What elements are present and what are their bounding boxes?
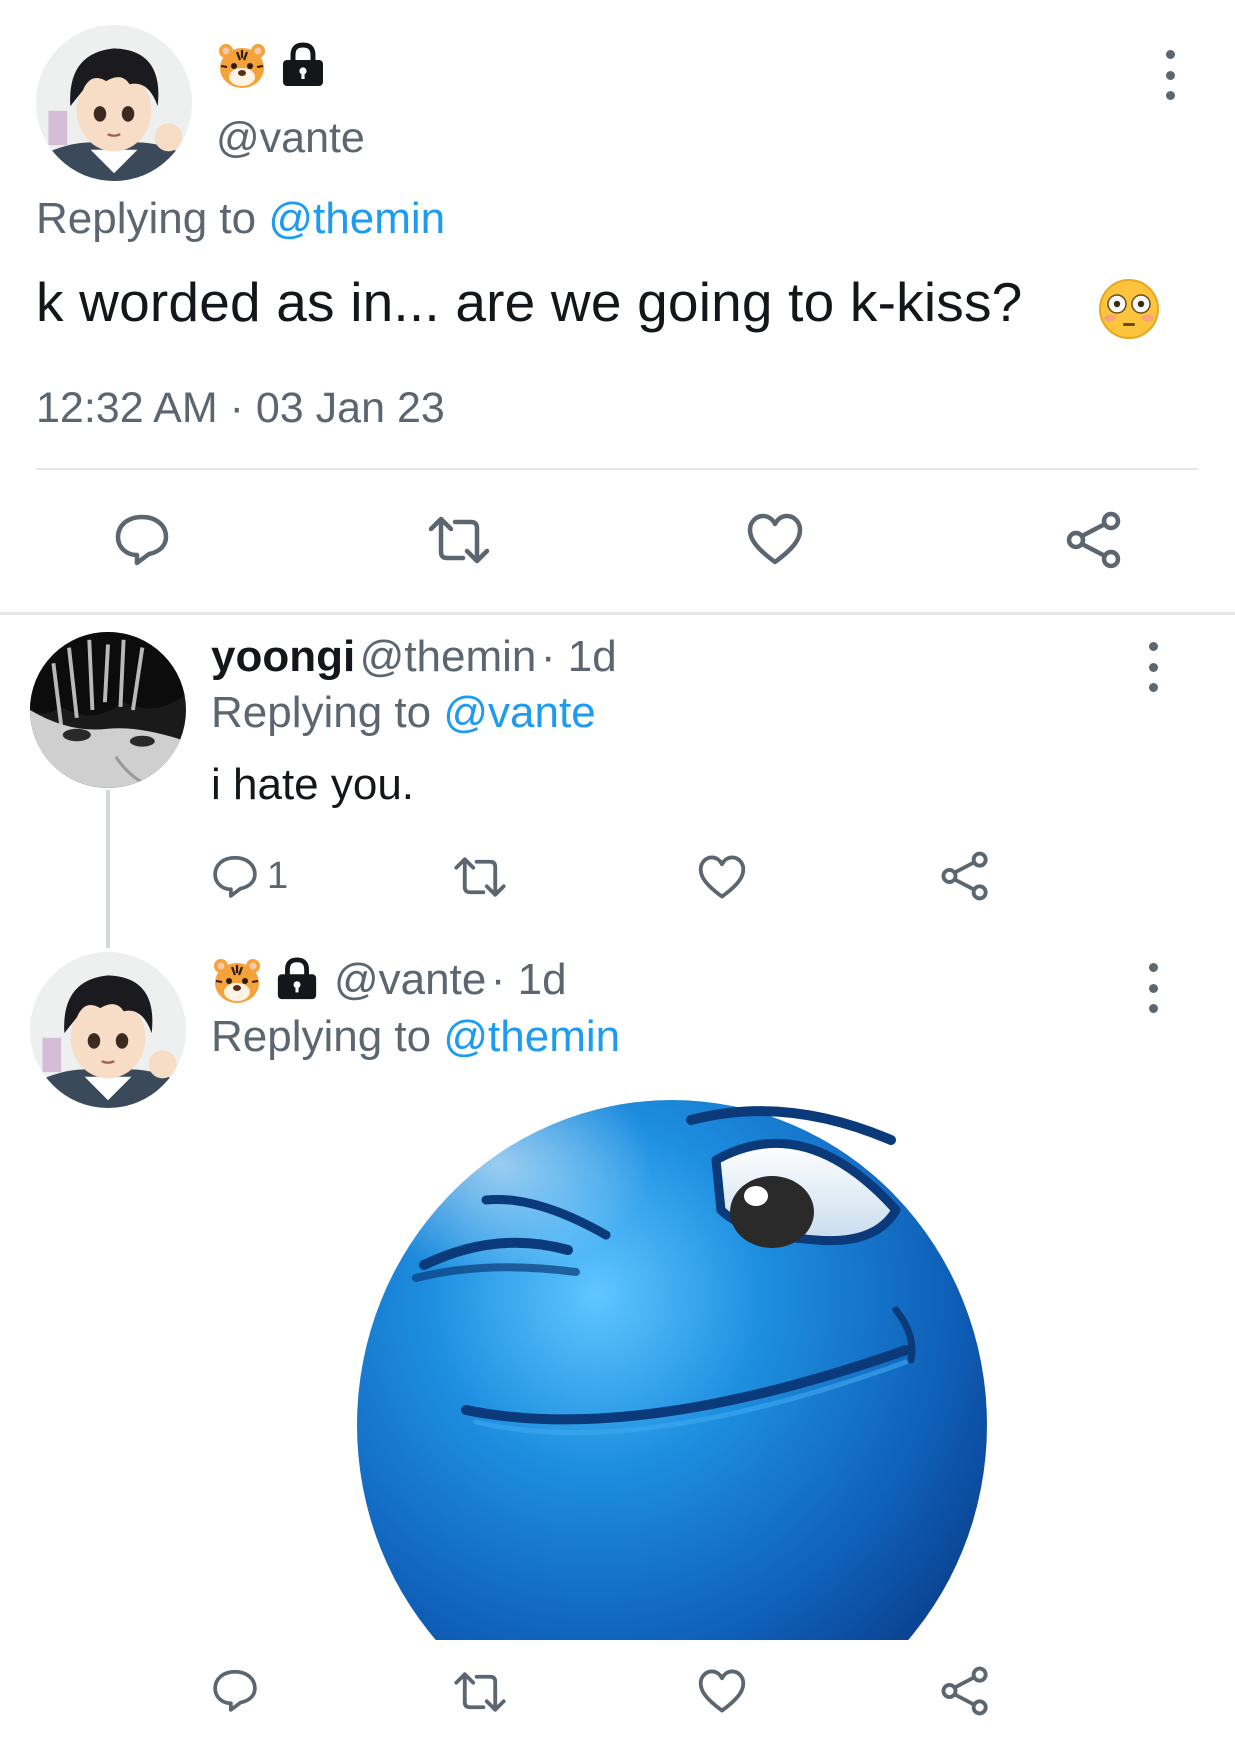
share-button[interactable] bbox=[940, 1666, 990, 1716]
tweet-timestamp: 12:32 AM · 03 Jan 23 bbox=[36, 384, 445, 432]
reply-time: · 1d bbox=[540, 632, 617, 681]
like-icon bbox=[747, 513, 803, 565]
lock-icon bbox=[279, 42, 327, 88]
retweet-icon bbox=[454, 1672, 506, 1712]
like-button[interactable] bbox=[746, 512, 804, 566]
replying-to: Replying to @themin bbox=[36, 194, 445, 244]
reply-header: @vante · 1d bbox=[334, 955, 567, 1005]
retweet-button[interactable] bbox=[452, 1670, 508, 1714]
share-icon bbox=[1066, 511, 1121, 569]
replying-to-mention[interactable]: @vante bbox=[443, 688, 595, 737]
flushed-face-emoji bbox=[1097, 278, 1161, 340]
like-button[interactable] bbox=[697, 1668, 747, 1714]
divider bbox=[36, 468, 1198, 470]
reply-button[interactable] bbox=[211, 1666, 259, 1714]
replying-to: Replying to @vante bbox=[211, 688, 596, 738]
replying-to-mention[interactable]: @themin bbox=[443, 1012, 620, 1061]
tweet-text: k worded as in... are we going to k-kiss… bbox=[36, 270, 1022, 334]
replying-to: Replying to @themin bbox=[211, 1012, 620, 1062]
avatar-vante[interactable] bbox=[30, 952, 186, 1108]
replying-to-mention[interactable]: @themin bbox=[268, 194, 445, 243]
reply-author-handle[interactable]: @vante bbox=[334, 955, 486, 1004]
reply-author-name[interactable]: yoongi bbox=[211, 632, 355, 681]
reply-button[interactable] bbox=[113, 510, 171, 568]
reply-icon bbox=[213, 855, 257, 898]
replying-to-label: Replying to bbox=[211, 688, 432, 737]
thread-connector bbox=[106, 790, 110, 948]
avatar-yoongi[interactable] bbox=[30, 632, 186, 788]
share-icon bbox=[941, 851, 988, 901]
share-icon bbox=[941, 1666, 988, 1716]
reply-icon bbox=[213, 1669, 257, 1712]
more-options-icon[interactable] bbox=[1141, 642, 1165, 692]
reply-count: 1 bbox=[267, 854, 289, 897]
retweet-button[interactable] bbox=[427, 514, 491, 566]
share-button[interactable] bbox=[1065, 511, 1123, 569]
reply-text: i hate you. bbox=[211, 760, 415, 809]
tiger-emoji bbox=[212, 957, 262, 1005]
tweet-body: k worded as in... are we going to k-kiss… bbox=[36, 271, 1023, 333]
like-icon bbox=[698, 1669, 746, 1713]
like-icon bbox=[698, 855, 746, 899]
blue-winking-smiley-image[interactable] bbox=[336, 1100, 1026, 1640]
reply-time: · 1d bbox=[490, 955, 567, 1004]
retweet-button[interactable] bbox=[452, 855, 508, 899]
share-button[interactable] bbox=[940, 851, 990, 901]
more-options-icon[interactable] bbox=[1141, 963, 1165, 1013]
reply-author-handle[interactable]: @themin bbox=[360, 632, 537, 681]
reply-button[interactable]: 1 bbox=[211, 852, 288, 900]
replying-to-label: Replying to bbox=[211, 1012, 432, 1061]
author-handle[interactable]: @vante bbox=[216, 114, 365, 163]
tiger-emoji bbox=[217, 42, 267, 90]
retweet-icon bbox=[454, 857, 506, 897]
retweet-icon bbox=[428, 516, 490, 564]
section-divider bbox=[0, 612, 1235, 615]
reply-icon bbox=[115, 514, 169, 566]
like-button[interactable] bbox=[697, 854, 747, 900]
reply-header: yoongi @themin · 1d bbox=[211, 632, 617, 682]
avatar-vante[interactable] bbox=[36, 25, 192, 181]
more-options-icon[interactable] bbox=[1158, 50, 1182, 100]
replying-to-label: Replying to bbox=[36, 194, 257, 243]
lock-icon bbox=[274, 957, 320, 1001]
